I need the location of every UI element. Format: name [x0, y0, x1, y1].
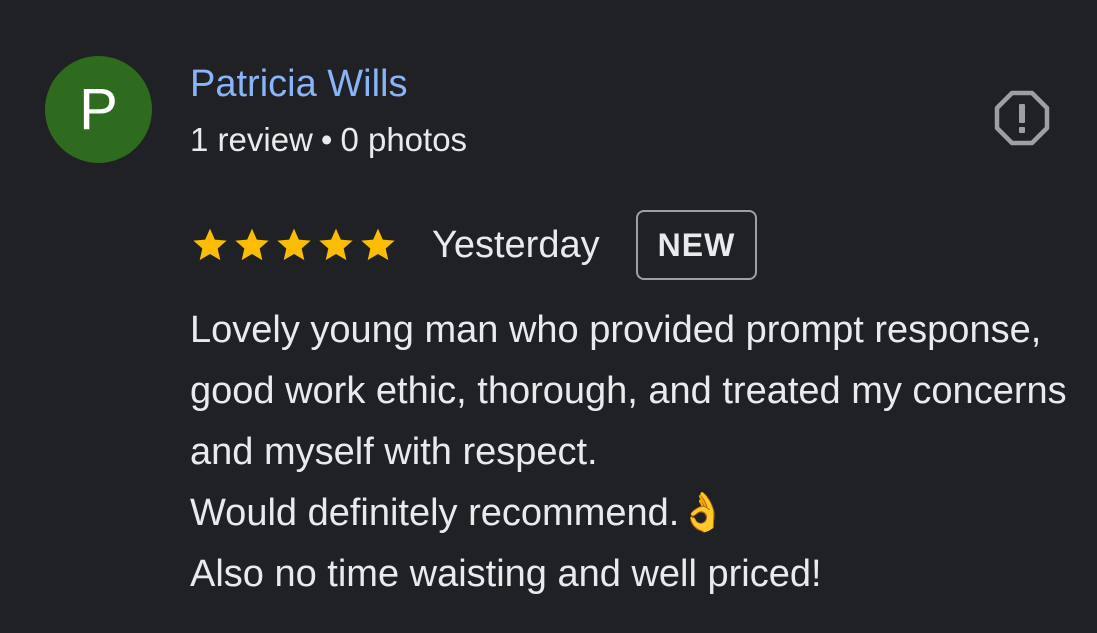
author-name-link[interactable]: Patricia Wills — [190, 62, 407, 106]
report-icon — [994, 90, 1050, 146]
star-rating — [190, 225, 398, 265]
avatar[interactable]: P — [45, 56, 152, 163]
star-icon — [235, 228, 269, 261]
photo-count: 0 photos — [340, 121, 468, 158]
review-count: 1 review — [190, 121, 313, 158]
review-text: Lovely young man who provided prompt res… — [190, 309, 1067, 595]
meta-separator: • — [320, 121, 333, 158]
rating-row: Yesterday NEW — [190, 208, 758, 282]
star-icon — [277, 228, 311, 261]
star-icon — [193, 228, 227, 261]
star-icon — [361, 228, 395, 261]
review-card: P Patricia Wills 1 review • 0 photos Yeste… — [0, 0, 1097, 633]
star-icon — [319, 228, 353, 261]
review-date: Yesterday — [432, 224, 600, 266]
author-meta: 1 review • 0 photos — [190, 120, 467, 160]
report-button[interactable] — [993, 89, 1051, 147]
avatar-initial: P — [79, 76, 118, 142]
new-badge: NEW — [635, 210, 758, 280]
